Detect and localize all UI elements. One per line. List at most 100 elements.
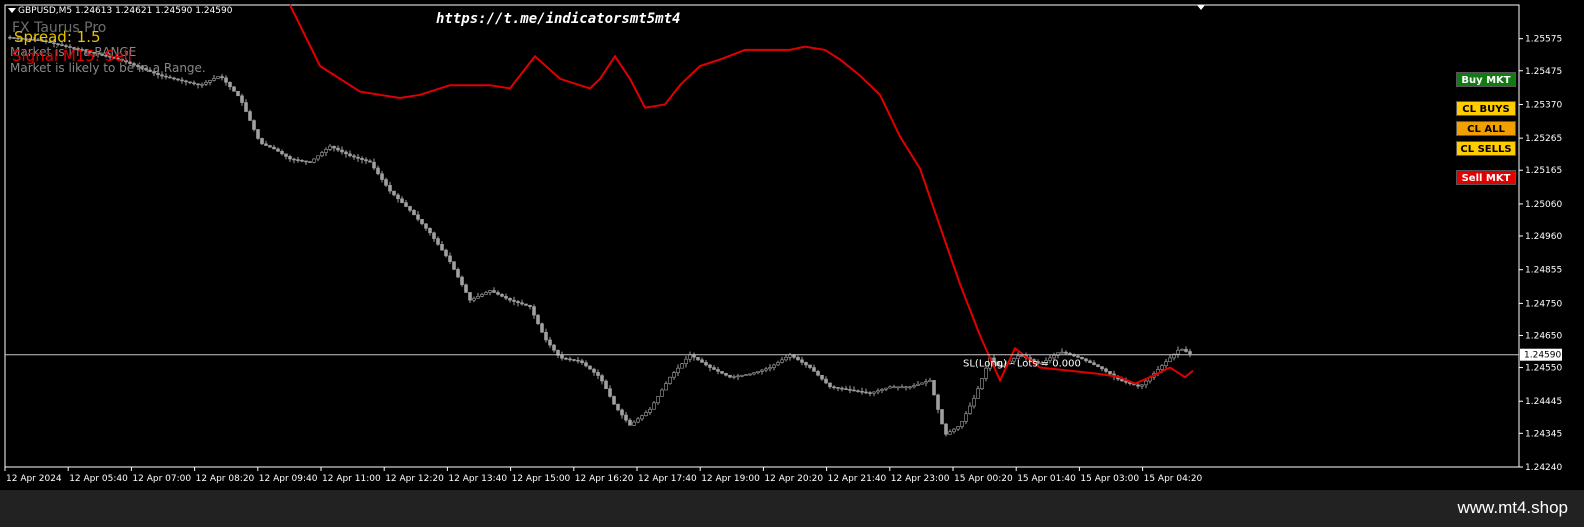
candle-body bbox=[588, 365, 592, 370]
candle-body bbox=[396, 194, 400, 200]
candle-body bbox=[532, 306, 536, 316]
candle-body bbox=[804, 362, 808, 366]
candle-body bbox=[748, 373, 752, 376]
candle-body bbox=[328, 145, 332, 150]
plot-border bbox=[4, 4, 1520, 468]
candle-body bbox=[1176, 349, 1180, 355]
candle-body bbox=[688, 354, 692, 360]
candle-body bbox=[596, 372, 600, 376]
candle-body bbox=[252, 120, 256, 130]
candle-body bbox=[412, 210, 416, 216]
candle-body bbox=[580, 360, 584, 364]
chart-menu-icon[interactable] bbox=[8, 8, 16, 13]
candle-body bbox=[400, 198, 404, 203]
candle-body bbox=[224, 77, 228, 83]
candle-body bbox=[476, 296, 480, 299]
candle-body bbox=[604, 380, 608, 390]
candle-body bbox=[452, 261, 456, 270]
candle-body bbox=[240, 95, 244, 103]
close-all-button[interactable]: CL ALL bbox=[1456, 121, 1516, 136]
candle-body bbox=[644, 412, 648, 416]
chart-shift-icon[interactable] bbox=[1197, 5, 1205, 10]
close-buys-button[interactable]: CL BUYS bbox=[1456, 101, 1516, 116]
candle-body bbox=[164, 75, 168, 78]
sell-market-button[interactable]: Sell MKT bbox=[1456, 170, 1516, 185]
candle-body bbox=[808, 364, 812, 368]
chart-canvas[interactable]: SL(Long) - Lots = 0.000 1.255751.254751.… bbox=[0, 0, 1584, 490]
candle-body bbox=[340, 149, 344, 153]
candle-body bbox=[560, 355, 564, 359]
candle-body bbox=[1144, 380, 1148, 386]
candle-body bbox=[900, 386, 904, 389]
candle-body bbox=[460, 276, 464, 286]
candle-body bbox=[824, 378, 828, 384]
candle-body bbox=[192, 82, 196, 85]
market-forecast-label: Market is likely to be in a Range. bbox=[10, 61, 206, 75]
buy-market-button[interactable]: Buy MKT bbox=[1456, 72, 1516, 87]
candle-body bbox=[1136, 384, 1140, 387]
price-tick-label: 1.25370 bbox=[1525, 100, 1562, 110]
price-chart[interactable]: SL(Long) - Lots = 0.000 1.25575 1.25475 1.… bbox=[0, 0, 1584, 490]
price-tick-label: 1.25060 bbox=[1525, 200, 1562, 210]
time-axis: 12 Apr 2024 12 Apr 05:40 12 Apr 07:00 12 Ap… bbox=[4, 467, 1203, 484]
candle-body bbox=[280, 151, 284, 155]
price-tick-label: 1.24445 bbox=[1525, 397, 1562, 407]
price-tick-label: 1.24240 bbox=[1525, 463, 1562, 473]
header-url[interactable]: https://t.me/indicatorsmt5mt4 bbox=[436, 11, 680, 27]
candle-body bbox=[500, 294, 504, 297]
candle-body bbox=[812, 367, 816, 372]
candle-body bbox=[448, 255, 452, 262]
time-tick-label: 12 Apr 16:20 bbox=[575, 474, 634, 484]
candle-body bbox=[1108, 371, 1112, 375]
time-tick-label: 12 Apr 12:20 bbox=[385, 474, 444, 484]
candle-body bbox=[848, 389, 852, 391]
candle-body bbox=[1184, 349, 1188, 352]
candle-body bbox=[176, 78, 180, 81]
candle-body bbox=[708, 364, 712, 368]
candle-body bbox=[1020, 355, 1024, 357]
candle-body bbox=[480, 294, 484, 297]
candle-body bbox=[1164, 361, 1168, 366]
candle-body bbox=[228, 82, 232, 88]
candle-body bbox=[780, 359, 784, 363]
candle-body bbox=[612, 396, 616, 405]
candle-body bbox=[544, 331, 548, 341]
candle-body bbox=[264, 143, 268, 146]
candle-body bbox=[332, 145, 336, 149]
candle-body bbox=[292, 158, 296, 161]
candle-body bbox=[364, 159, 368, 162]
candle-body bbox=[536, 314, 540, 324]
candle-body bbox=[248, 111, 252, 121]
candle-body bbox=[1080, 356, 1084, 360]
candle-body bbox=[928, 380, 932, 382]
candle-body bbox=[1160, 365, 1164, 370]
candle-body bbox=[216, 76, 220, 79]
candle-body bbox=[572, 359, 576, 361]
candle-body bbox=[416, 214, 420, 220]
price-tick-label: 1.25575 bbox=[1525, 35, 1562, 45]
close-sells-button[interactable]: CL SELLS bbox=[1456, 141, 1516, 156]
candle-body bbox=[256, 129, 260, 139]
candle-body bbox=[796, 356, 800, 361]
candle-body bbox=[704, 362, 708, 366]
time-tick-label: 12 Apr 21:40 bbox=[828, 474, 887, 484]
candle-body bbox=[608, 388, 612, 397]
candle-body bbox=[948, 431, 952, 435]
candle-body bbox=[760, 369, 764, 372]
price-tick-label: 1.24855 bbox=[1525, 266, 1562, 276]
candle-body bbox=[528, 304, 532, 307]
candle-body bbox=[872, 391, 876, 394]
candle-body bbox=[956, 426, 960, 430]
candle-body bbox=[904, 386, 908, 389]
candle-body bbox=[300, 159, 304, 162]
candle-body bbox=[184, 80, 188, 83]
candle-body bbox=[392, 190, 396, 196]
candle-body bbox=[784, 356, 788, 361]
candle-body bbox=[508, 297, 512, 301]
candle-body bbox=[1064, 351, 1068, 354]
candle-body bbox=[384, 179, 388, 186]
candle-body bbox=[472, 297, 476, 301]
candle-body bbox=[424, 223, 428, 229]
candle-body bbox=[232, 86, 236, 92]
candle-body bbox=[676, 367, 680, 373]
